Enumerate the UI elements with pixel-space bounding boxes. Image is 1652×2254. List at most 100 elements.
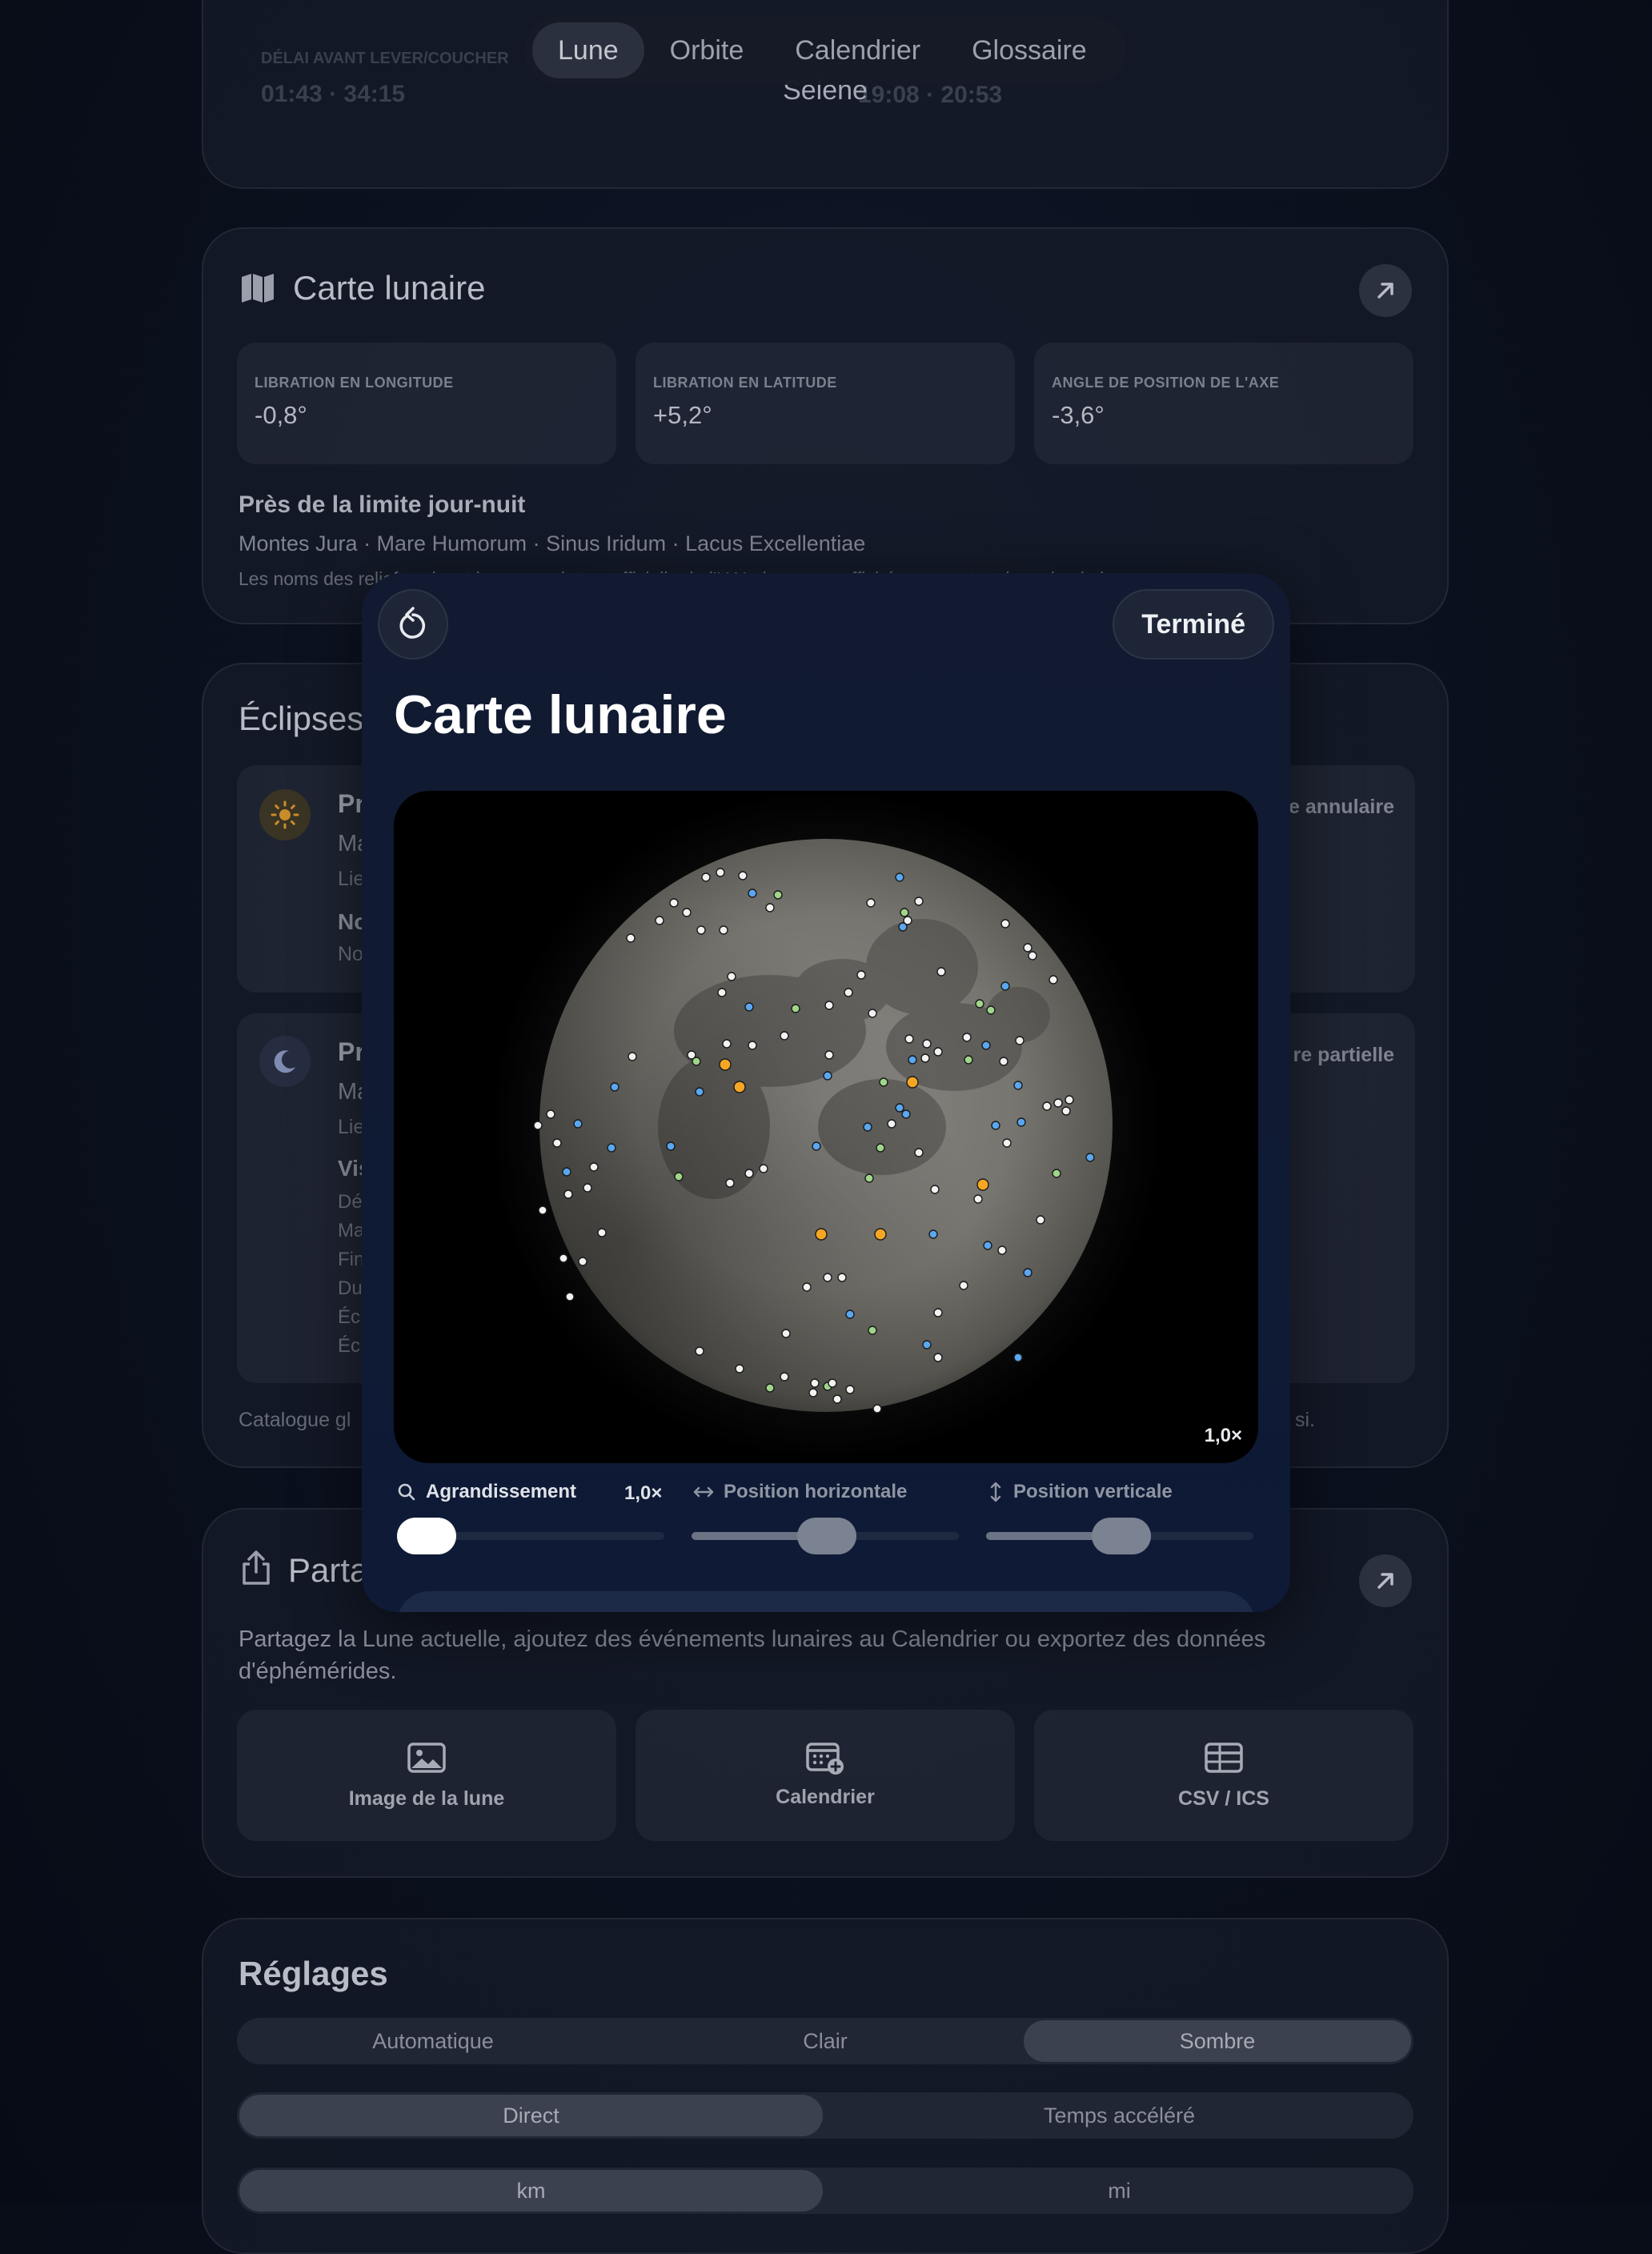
feature-marker[interactable] xyxy=(999,1057,1008,1066)
feature-marker[interactable] xyxy=(695,1346,704,1356)
feature-marker[interactable] xyxy=(959,1281,968,1290)
feature-marker[interactable] xyxy=(1065,1095,1074,1105)
feature-marker[interactable] xyxy=(578,1257,587,1266)
highlighted-feature-marker[interactable] xyxy=(719,1058,732,1071)
feature-marker[interactable] xyxy=(1053,1098,1063,1108)
feature-marker[interactable] xyxy=(868,1326,877,1335)
feature-marker[interactable] xyxy=(898,922,908,932)
feature-marker[interactable] xyxy=(628,1052,637,1061)
feature-marker[interactable] xyxy=(589,1162,599,1172)
feature-marker[interactable] xyxy=(735,1364,744,1374)
feature-marker[interactable] xyxy=(876,1143,885,1153)
feature-marker[interactable] xyxy=(975,999,984,1009)
feature-marker[interactable] xyxy=(626,933,636,943)
share-moon-image-button[interactable]: Image de la lune xyxy=(237,1710,616,1841)
feature-marker[interactable] xyxy=(538,1205,547,1215)
feature-marker[interactable] xyxy=(717,988,727,997)
horizontal-slider-thumb[interactable] xyxy=(797,1518,856,1554)
feature-marker[interactable] xyxy=(583,1183,592,1193)
highlighted-feature-marker[interactable] xyxy=(815,1228,828,1241)
feature-marker[interactable] xyxy=(695,1087,704,1097)
feature-marker[interactable] xyxy=(845,1309,855,1319)
feature-marker[interactable] xyxy=(1023,1268,1032,1277)
feature-marker[interactable] xyxy=(765,1383,775,1393)
feature-marker[interactable] xyxy=(872,1404,882,1414)
feature-marker[interactable] xyxy=(1013,1353,1023,1362)
feature-marker[interactable] xyxy=(808,1388,818,1398)
feature-marker[interactable] xyxy=(1000,981,1010,991)
feature-marker[interactable] xyxy=(573,1119,583,1129)
feature-marker[interactable] xyxy=(887,1119,896,1129)
feature-marker[interactable] xyxy=(828,1378,837,1388)
feature-marker[interactable] xyxy=(802,1282,812,1292)
feature-marker[interactable] xyxy=(744,1169,754,1178)
feature-marker[interactable] xyxy=(692,1057,701,1066)
feature-marker[interactable] xyxy=(780,1031,789,1041)
feature-marker[interactable] xyxy=(1052,1169,1061,1178)
feature-marker[interactable] xyxy=(546,1109,555,1119)
feature-marker[interactable] xyxy=(810,1378,820,1388)
feature-marker[interactable] xyxy=(1016,1117,1026,1127)
feature-marker[interactable] xyxy=(832,1394,842,1404)
feature-marker[interactable] xyxy=(1013,1081,1023,1090)
feature-marker[interactable] xyxy=(900,908,909,917)
feature-marker[interactable] xyxy=(1085,1153,1095,1162)
feature-marker[interactable] xyxy=(1015,1036,1024,1045)
feature-marker[interactable] xyxy=(901,1109,911,1119)
feature-marker[interactable] xyxy=(1061,1106,1071,1116)
feature-marker[interactable] xyxy=(738,871,748,880)
highlighted-feature-marker[interactable] xyxy=(733,1081,746,1093)
feature-marker[interactable] xyxy=(908,1055,917,1065)
feature-marker[interactable] xyxy=(866,898,876,908)
feature-marker[interactable] xyxy=(1028,951,1037,961)
highlighted-feature-marker[interactable] xyxy=(976,1178,989,1191)
feature-marker[interactable] xyxy=(868,1009,877,1018)
feature-marker[interactable] xyxy=(781,1329,791,1338)
tab-orbite[interactable]: Orbite xyxy=(644,22,770,78)
feature-marker[interactable] xyxy=(597,1228,607,1237)
feature-marker[interactable] xyxy=(559,1253,568,1263)
feature-marker[interactable] xyxy=(1036,1215,1045,1225)
feature-marker[interactable] xyxy=(823,1273,832,1282)
feature-marker[interactable] xyxy=(748,888,757,898)
feature-marker[interactable] xyxy=(986,1005,996,1015)
units-option-mi[interactable]: mi xyxy=(828,2170,1411,2212)
tab-calendrier[interactable]: Calendrier xyxy=(769,22,946,78)
feature-marker[interactable] xyxy=(759,1164,768,1173)
mode-option-accelerated[interactable]: Temps accéléré xyxy=(828,2095,1411,2136)
feature-marker[interactable] xyxy=(682,908,692,917)
feature-marker[interactable] xyxy=(933,1047,943,1057)
feature-marker[interactable] xyxy=(922,1340,932,1350)
feature-marker[interactable] xyxy=(864,1173,874,1183)
moon-map-viewer[interactable]: 1,0× xyxy=(394,791,1258,1463)
zoom-slider-thumb[interactable] xyxy=(397,1518,456,1554)
feature-marker[interactable] xyxy=(696,925,706,935)
feature-marker[interactable] xyxy=(669,898,679,908)
feature-marker[interactable] xyxy=(722,1039,732,1049)
feature-marker[interactable] xyxy=(674,1172,684,1181)
feature-marker[interactable] xyxy=(936,967,946,977)
feature-marker[interactable] xyxy=(1042,1101,1052,1111)
units-option-km[interactable]: km xyxy=(239,2170,823,2212)
feature-marker[interactable] xyxy=(904,1034,914,1044)
tab-glossaire[interactable]: Glossaire xyxy=(946,22,1113,78)
feature-marker[interactable] xyxy=(823,1071,832,1081)
feature-marker[interactable] xyxy=(552,1138,562,1148)
feature-marker[interactable] xyxy=(845,1385,855,1394)
feature-marker[interactable] xyxy=(791,1004,800,1013)
feature-marker[interactable] xyxy=(563,1189,573,1199)
tab-lune[interactable]: Lune xyxy=(532,22,644,78)
feature-marker[interactable] xyxy=(879,1077,888,1087)
reset-view-button[interactable] xyxy=(378,589,448,660)
feature-marker[interactable] xyxy=(981,1041,991,1050)
feature-marker[interactable] xyxy=(744,1002,754,1012)
feature-marker[interactable] xyxy=(533,1121,543,1130)
feature-marker[interactable] xyxy=(837,1273,847,1282)
done-button[interactable]: Terminé xyxy=(1113,589,1274,660)
feature-marker[interactable] xyxy=(780,1372,789,1382)
share-calendar-button[interactable]: Calendrier xyxy=(636,1710,1015,1841)
feature-marker[interactable] xyxy=(844,988,853,997)
open-share-button[interactable] xyxy=(1359,1554,1412,1607)
feature-marker[interactable] xyxy=(716,868,725,877)
feature-marker[interactable] xyxy=(895,872,904,882)
